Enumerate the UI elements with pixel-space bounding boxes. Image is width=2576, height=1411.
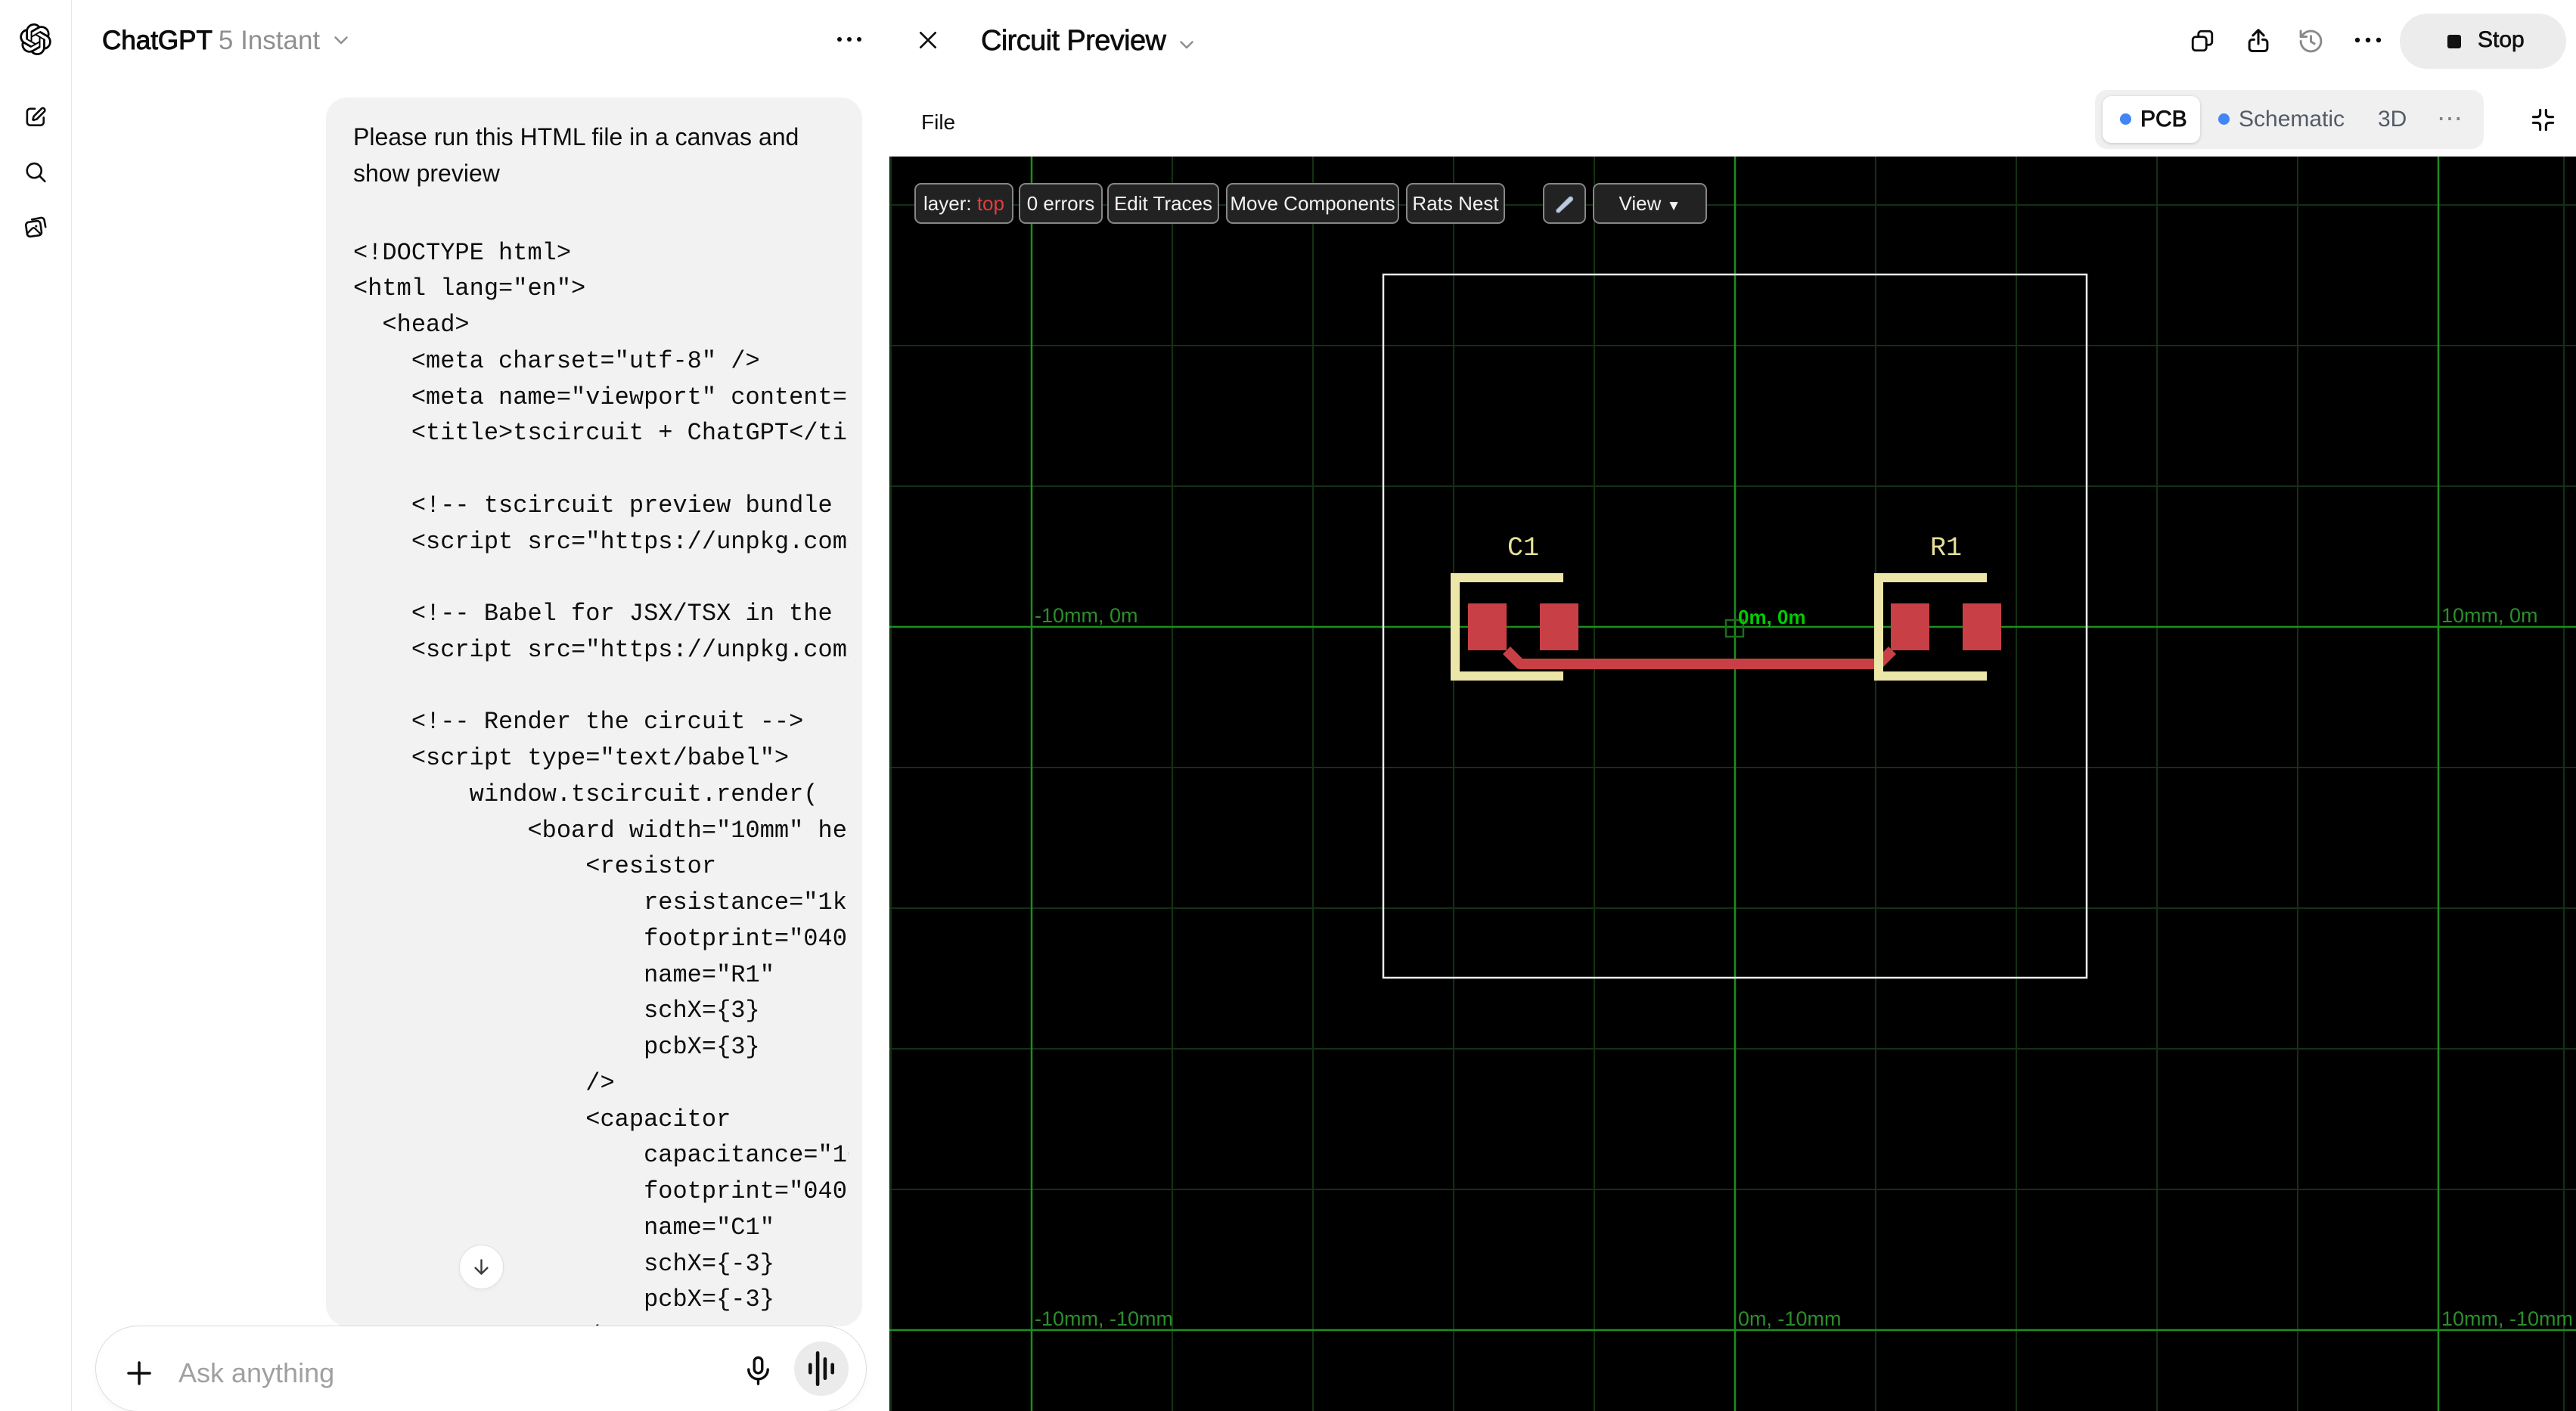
svg-text:R1: R1 [1930, 533, 1962, 563]
svg-text:0m, -10mm: 0m, -10mm [1738, 1307, 1842, 1330]
svg-text:C1: C1 [1507, 533, 1539, 563]
svg-text:10mm, -10mm: 10mm, -10mm [2441, 1307, 2573, 1330]
svg-text:-10mm, -10mm: -10mm, -10mm [1035, 1307, 1173, 1330]
svg-text:-10mm, 0m: -10mm, 0m [1035, 604, 1138, 627]
svg-text:10mm, 0m: 10mm, 0m [2441, 604, 2538, 627]
svg-text:0m, 0m: 0m, 0m [1738, 606, 1806, 628]
